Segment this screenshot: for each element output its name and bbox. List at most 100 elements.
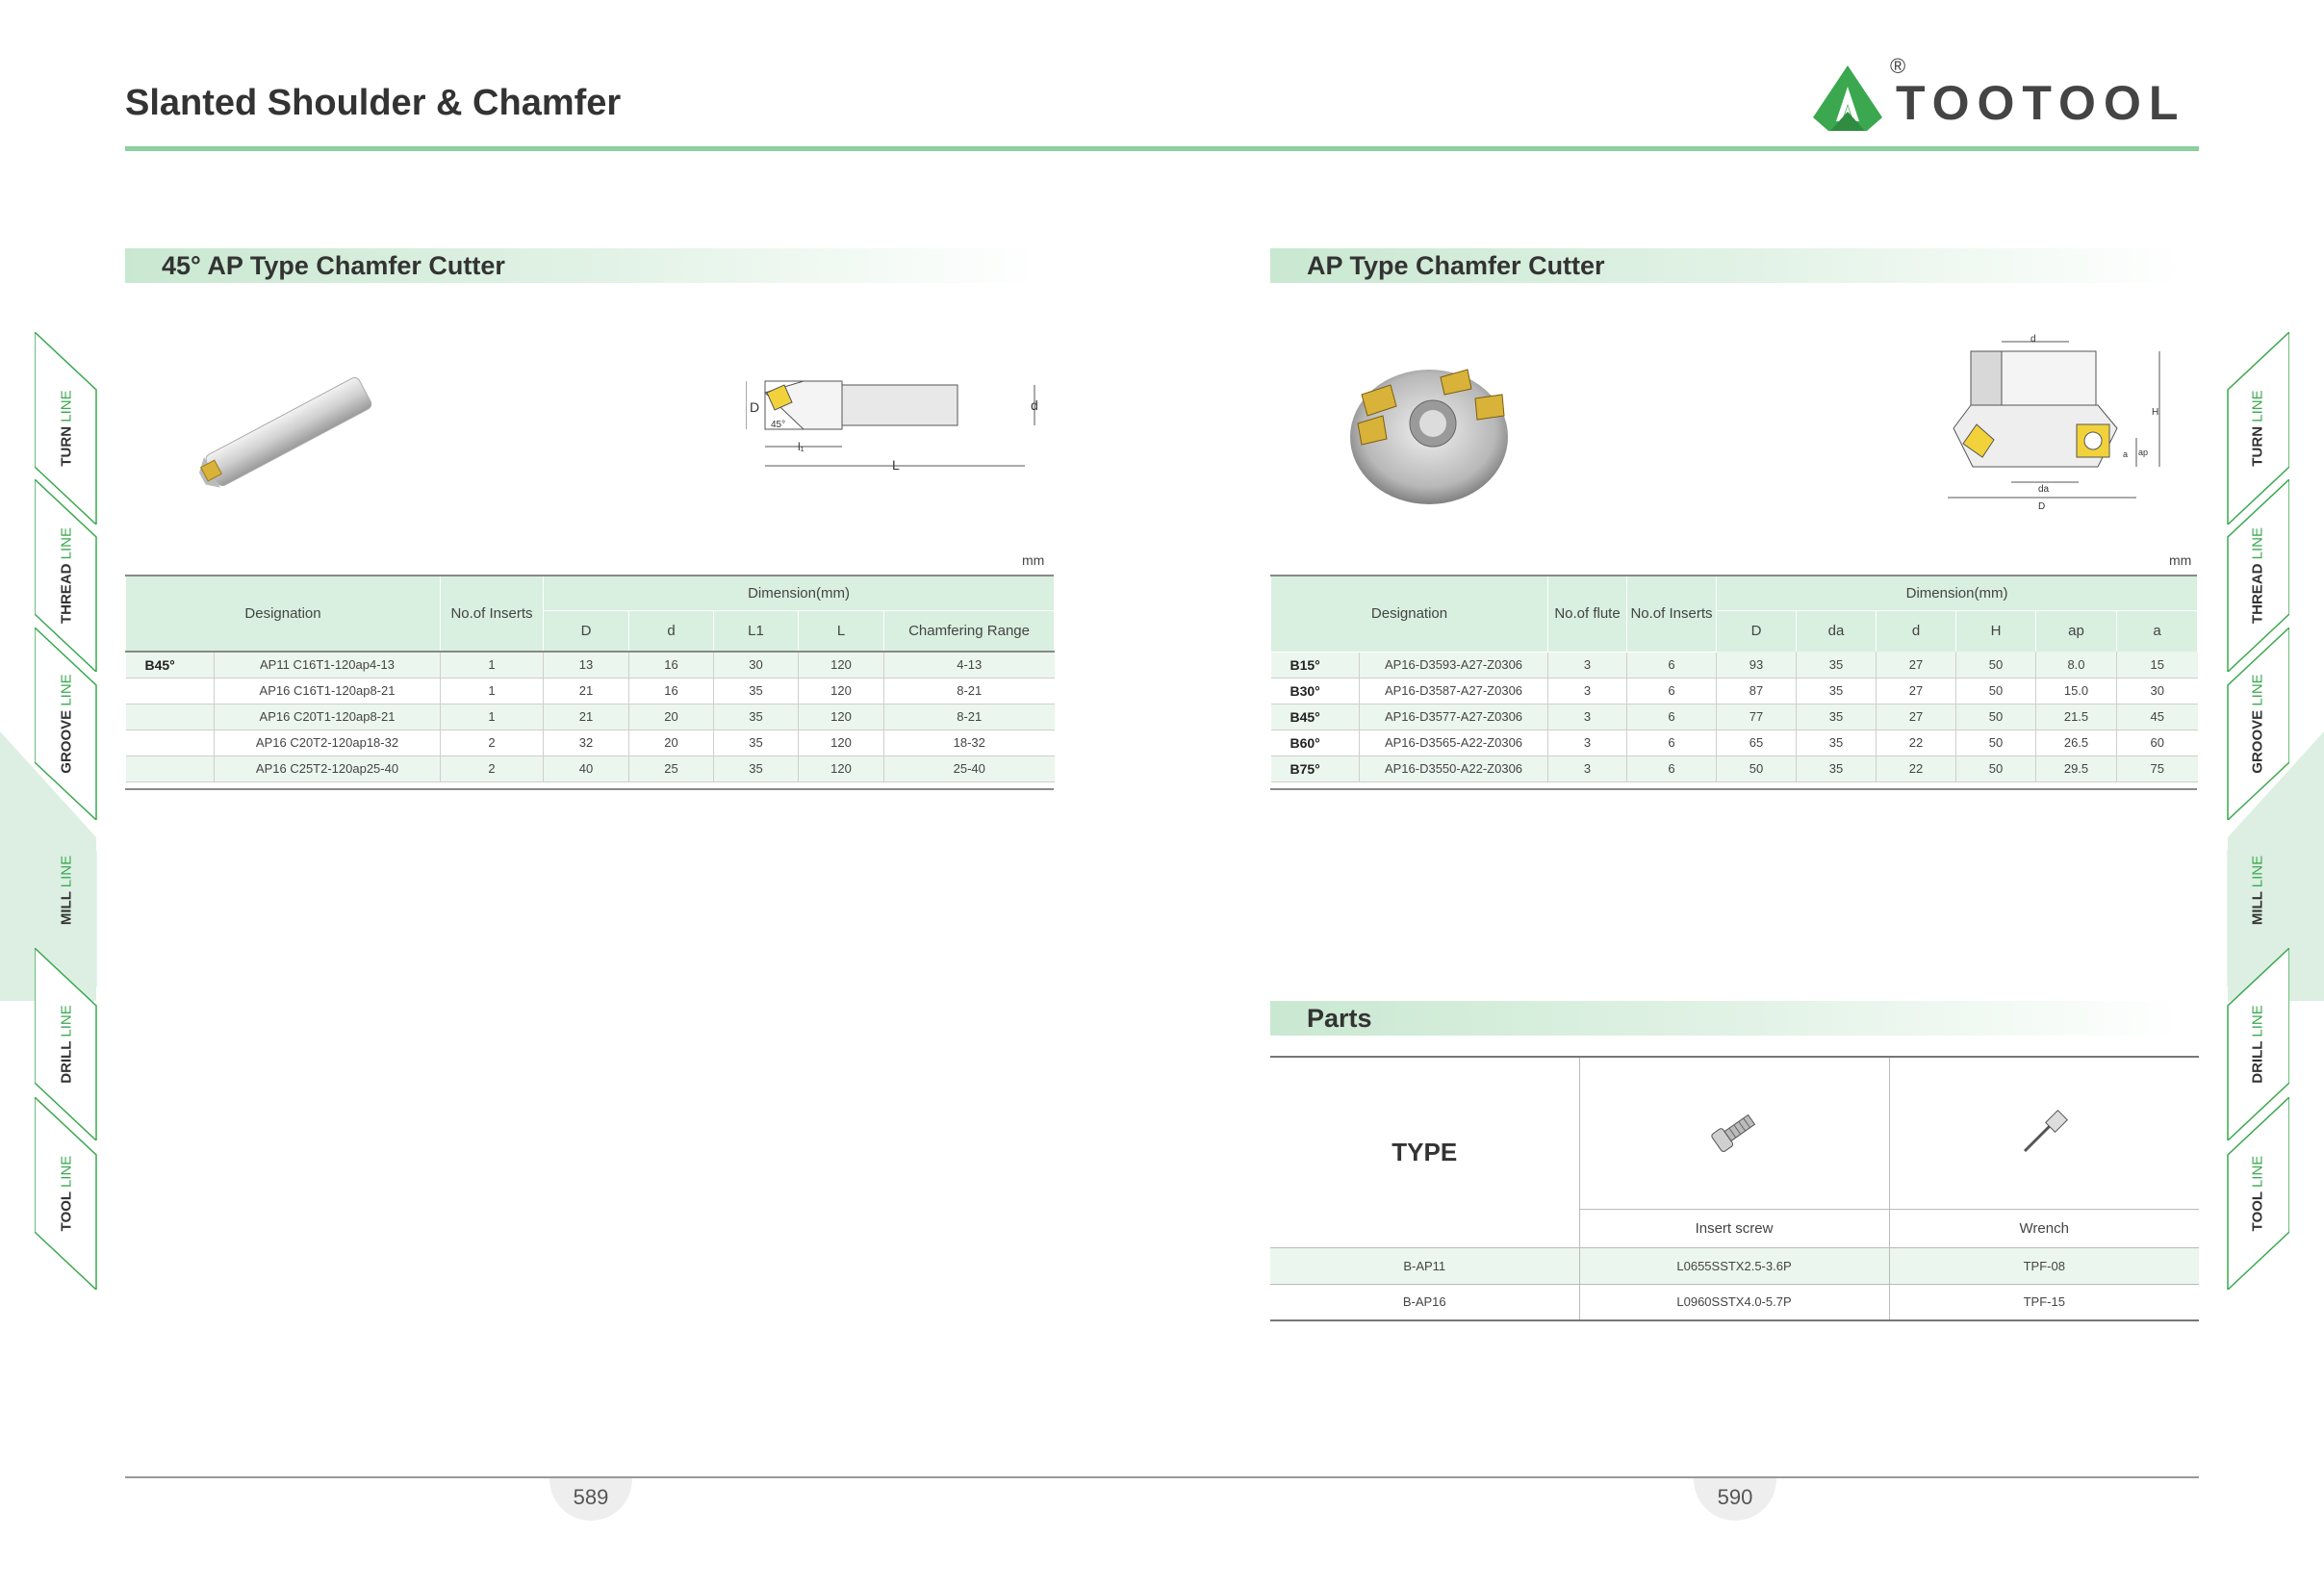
col-wrench: Wrench — [1889, 1209, 2199, 1248]
tab-word: TURN — [2249, 425, 2266, 467]
insert-screw-image-cell — [1579, 1057, 1890, 1210]
cell-range: 4-13 — [883, 652, 1055, 679]
logo-mark-icon — [1811, 64, 1884, 133]
cell-inserts: 1 — [440, 652, 544, 679]
tab-suffix: LINE — [2249, 855, 2266, 888]
cell-inserts: 2 — [440, 730, 544, 756]
cell-grade — [125, 756, 215, 782]
cell-D: 50 — [1716, 756, 1797, 782]
cell-ap: 15.0 — [2035, 678, 2117, 704]
section-title: Parts — [1307, 1004, 1372, 1033]
tab-label: TURN LINE — [59, 390, 75, 466]
cell-ap: 8.0 — [2035, 652, 2117, 679]
tab-suffix: LINE — [2249, 1005, 2266, 1037]
cell-ap: 21.5 — [2035, 704, 2117, 730]
col-designation: Designation — [1270, 576, 1548, 653]
footer-rule — [125, 1476, 2199, 1478]
col-L1: L1 — [713, 610, 799, 652]
cell-da: 35 — [1796, 756, 1877, 782]
col-da: da — [1796, 610, 1877, 652]
tab-label: THREAD LINE — [2250, 527, 2266, 624]
cell-designation: AP11 C16T1-120ap4-13 — [214, 652, 441, 679]
cell-flute: 3 — [1547, 678, 1627, 704]
face-mill-photo — [1350, 369, 1508, 504]
cell-L1: 35 — [713, 756, 799, 782]
parts-table: TYPE Insert screw Wrench B-AP11 L0655SST… — [1270, 1056, 2199, 1321]
cell-a: 75 — [2116, 756, 2198, 782]
cell-inserts: 6 — [1626, 678, 1717, 704]
chamfer-cutter-photo — [199, 377, 372, 488]
cell-d: 20 — [628, 730, 714, 756]
table-row: B75° AP16-D3550-A22-Z0306 3 6 50 35 22 5… — [1270, 756, 2198, 782]
cell-grade: B45° — [125, 652, 215, 679]
wrench-image-cell — [1889, 1057, 2199, 1210]
tab-groove-line[interactable]: GROOVE LINE — [35, 628, 98, 820]
cell-d: 16 — [628, 678, 714, 704]
cell-designation: AP16-D3550-A22-Z0306 — [1359, 756, 1548, 782]
section-header-parts: Parts — [1270, 1001, 2184, 1036]
tab-label: DRILL LINE — [2250, 1005, 2266, 1083]
diagram-label-da: da — [2038, 484, 2050, 495]
wrench-icon — [2024, 1109, 2069, 1152]
cell-L1: 35 — [713, 678, 799, 704]
cell-D: 87 — [1716, 678, 1797, 704]
table-row: B-AP16 L0960SSTX4.0-5.7P TPF-15 — [1270, 1284, 2199, 1321]
col-H: H — [1955, 610, 2036, 652]
diagram-label-angle: 45° — [771, 420, 785, 430]
cell-screw: L0960SSTX4.0-5.7P — [1579, 1284, 1890, 1321]
tab-tool-line-right[interactable]: TOOL LINE — [2226, 1097, 2289, 1290]
tab-label: MILL LINE — [2250, 856, 2266, 925]
table-row: AP16 C20T2-120ap18-32 2 32 20 35 120 18-… — [125, 730, 1055, 756]
col-D: D — [543, 610, 629, 652]
cell-flute: 3 — [1547, 730, 1627, 756]
cell-d: 27 — [1876, 678, 1956, 704]
cell-a: 45 — [2116, 704, 2198, 730]
tab-tool-line[interactable]: TOOL LINE — [35, 1097, 98, 1290]
cell-H: 50 — [1955, 652, 2036, 679]
tab-label: TOOL LINE — [2250, 1156, 2266, 1232]
tab-suffix: LINE — [2249, 526, 2266, 560]
tab-label: THREAD LINE — [59, 527, 75, 624]
tab-suffix: LINE — [58, 526, 75, 560]
tab-groove-line-right[interactable]: GROOVE LINE — [2226, 628, 2289, 820]
cell-a: 15 — [2116, 652, 2198, 679]
col-d: d — [1876, 610, 1956, 652]
tab-word: MILL — [2249, 891, 2266, 926]
diagram-label-D: D — [2038, 501, 2045, 512]
title-rule — [125, 146, 2199, 151]
table-row: B-AP11 L0655SSTX2.5-3.6P TPF-08 — [1270, 1247, 2199, 1285]
cell-inserts: 6 — [1626, 730, 1717, 756]
cell-d: 16 — [628, 652, 714, 679]
tab-word: THREAD — [58, 563, 75, 625]
cell-flute: 3 — [1547, 652, 1627, 679]
cell-da: 35 — [1796, 652, 1877, 679]
cell-da: 35 — [1796, 730, 1877, 756]
cell-L1: 35 — [713, 704, 799, 730]
cell-L: 120 — [798, 678, 884, 704]
table-bottom-rule — [1270, 788, 2197, 790]
table-row: B45° AP11 C16T1-120ap4-13 1 13 16 30 120… — [125, 652, 1055, 679]
cell-L: 120 — [798, 730, 884, 756]
section-title: 45° AP Type Chamfer Cutter — [162, 251, 505, 280]
col-dimension: Dimension(mm) — [1715, 576, 2199, 611]
cell-a: 60 — [2116, 730, 2198, 756]
col-range: Chamfering Range — [882, 610, 1056, 652]
cell-flute: 3 — [1547, 756, 1627, 782]
section-title: AP Type Chamfer Cutter — [1307, 251, 1605, 280]
col-ap: ap — [2035, 610, 2117, 652]
tab-suffix: LINE — [58, 674, 75, 706]
cell-d: 25 — [628, 756, 714, 782]
cell-range: 8-21 — [883, 678, 1055, 704]
cell-D: 21 — [543, 704, 629, 730]
col-dimension: Dimension(mm) — [542, 576, 1056, 611]
brand-logo: ® TOOTOOL — [1809, 54, 2204, 141]
tab-label: DRILL LINE — [59, 1005, 75, 1083]
unit-label: mm — [2169, 552, 2192, 568]
cell-flute: 3 — [1547, 704, 1627, 730]
cell-grade — [125, 730, 215, 756]
tab-suffix: LINE — [58, 390, 75, 423]
cell-D: 40 — [543, 756, 629, 782]
diagram-label-ap: ap — [2138, 448, 2148, 457]
table-row: AP16 C16T1-120ap8-21 1 21 16 35 120 8-21 — [125, 678, 1055, 704]
cell-H: 50 — [1955, 730, 2036, 756]
